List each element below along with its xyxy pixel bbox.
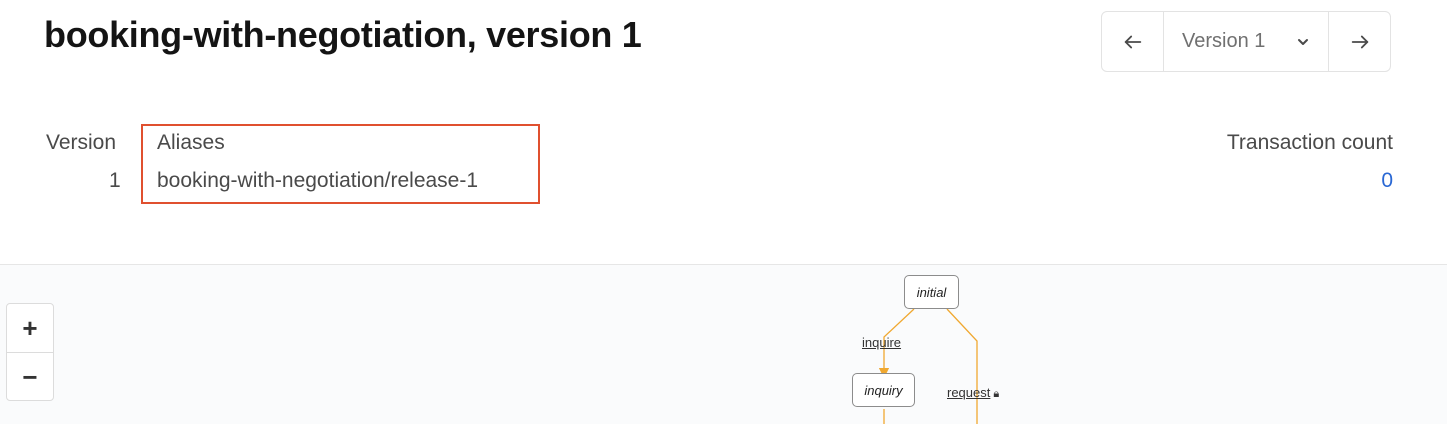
graph-edges [878,308,978,424]
version-value: 1 [109,169,121,192]
process-graph-canvas[interactable]: + − initial inquire inquiry request 🔒︎ [0,264,1447,424]
transition-label-inquire[interactable]: inquire [862,335,901,350]
state-node-inquiry[interactable]: inquiry [852,373,915,407]
state-node-initial[interactable]: initial [904,275,959,309]
zoom-controls: + − [6,303,54,401]
aliases-label: Aliases [157,131,225,154]
chevron-down-icon [1298,38,1308,45]
version-select[interactable]: Version 1 [1164,12,1328,71]
version-select-value: Version 1 [1182,30,1266,52]
transaction-count-label: Transaction count [1226,131,1393,154]
edge-request [946,308,978,424]
transition-label-request-text: request [947,385,991,400]
version-navigator: Version 1 [1101,11,1391,72]
transition-label-request[interactable]: request 🔒︎ [947,385,999,401]
next-version-button[interactable] [1329,12,1390,71]
arrow-left-icon [1124,35,1141,48]
lock-icon: 🔒︎ [993,388,1000,400]
transaction-count-link[interactable]: 0 [1381,169,1393,193]
process-version-page: booking-with-negotiation, version 1 Vers… [0,0,1447,424]
zoom-in-button[interactable]: + [7,304,53,352]
version-label: Version [46,131,117,154]
alias-value: booking-with-negotiation/release-1 [157,169,479,192]
previous-version-button[interactable] [1102,12,1163,71]
page-title: booking-with-negotiation, version 1 [44,14,642,55]
arrow-right-icon [1351,35,1368,48]
zoom-out-button[interactable]: − [7,353,53,401]
